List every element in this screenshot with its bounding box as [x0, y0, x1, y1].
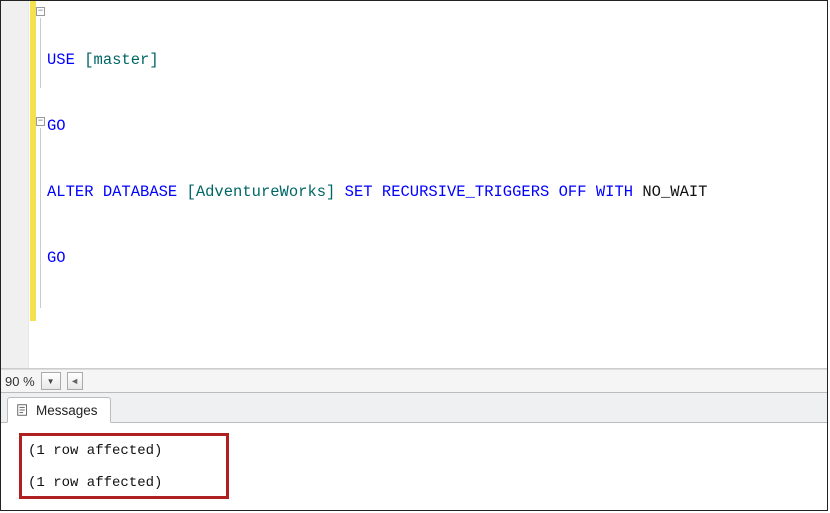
sql-keyword: ALTER: [47, 183, 103, 201]
sql-keyword: USE: [47, 51, 84, 69]
outline-toggle-icon[interactable]: −: [36, 7, 45, 16]
messages-pane[interactable]: (1 row affected) (1 row affected): [1, 423, 827, 510]
sql-object: [master]: [84, 51, 158, 69]
sql-keyword: GO: [47, 117, 66, 135]
sql-editor-pane[interactable]: − − USE [master] GO ALTER DATABASE [Adve…: [1, 1, 827, 369]
message-line: (1 row affected): [28, 442, 216, 460]
zoom-level: 90 %: [1, 374, 41, 389]
outline-line: [40, 18, 41, 88]
sql-keyword: SET: [345, 183, 382, 201]
scroll-left-button[interactable]: ◄: [67, 372, 83, 390]
messages-icon: [16, 403, 30, 417]
highlight-annotation: (1 row affected) (1 row affected): [19, 433, 229, 499]
arrow-left-icon: ◄: [70, 376, 79, 386]
zoom-dropdown[interactable]: ▼: [41, 372, 61, 390]
sql-keyword: DATABASE: [103, 183, 187, 201]
sql-keyword: GO: [47, 249, 66, 267]
tab-messages[interactable]: Messages: [7, 397, 111, 423]
ssms-window: − − USE [master] GO ALTER DATABASE [Adve…: [0, 0, 828, 511]
zoom-bar: 90 % ▼ ◄: [1, 369, 827, 393]
sql-keyword: WITH: [596, 183, 643, 201]
message-line: (1 row affected): [28, 474, 216, 492]
editor-gutter: [1, 1, 29, 368]
sql-keyword: RECURSIVE_TRIGGERS: [382, 183, 559, 201]
tab-label: Messages: [36, 403, 98, 418]
sql-object: [AdventureWorks]: [187, 183, 345, 201]
chevron-down-icon: ▼: [47, 377, 55, 386]
outline-toggle-icon[interactable]: −: [36, 117, 45, 126]
sql-keyword: OFF: [559, 183, 596, 201]
sql-text: NO_WAIT: [642, 183, 707, 201]
results-tab-strip: Messages: [1, 393, 827, 423]
outline-line: [40, 128, 41, 308]
